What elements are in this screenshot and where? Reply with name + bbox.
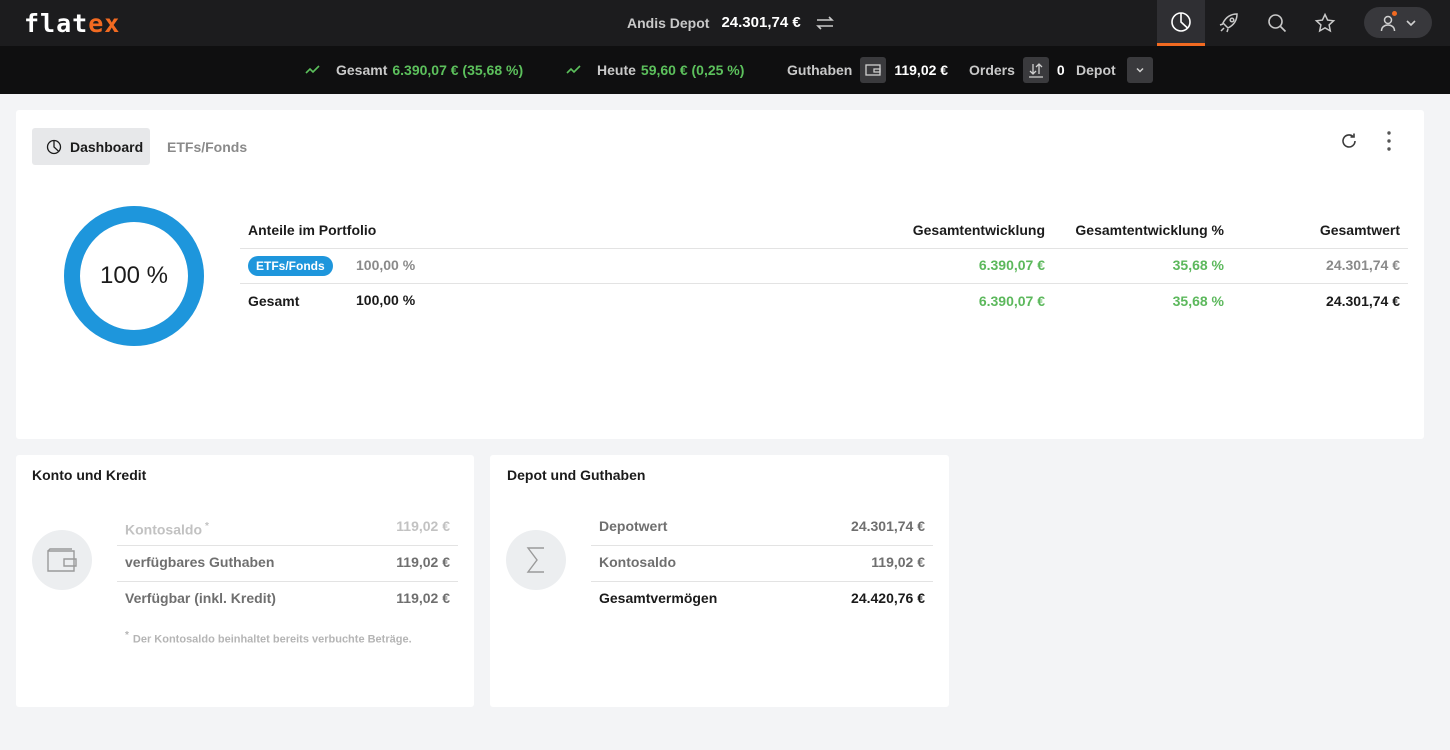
- wallet-icon: [32, 530, 92, 590]
- row-gesamt-name: Gesamt: [248, 293, 300, 309]
- heute-label: Heute: [597, 62, 636, 78]
- stat-guthaben: Guthaben 119,02 €: [787, 46, 948, 94]
- nav-search[interactable]: [1253, 0, 1301, 46]
- verfuegbares-guthaben-label: verfügbares Guthaben: [125, 554, 275, 570]
- verfuegbares-guthaben-value: 119,02 €: [396, 554, 450, 570]
- konto-card-title: Konto und Kredit: [32, 467, 147, 483]
- portfolio-pie-icon: [46, 139, 62, 154]
- col-header-anteile: Anteile im Portfolio: [248, 222, 377, 238]
- user-menu-button[interactable]: [1364, 7, 1432, 38]
- depot-dropdown-button[interactable]: [1126, 57, 1153, 83]
- depot-label: Depot: [1076, 62, 1116, 78]
- rocket-icon: [1219, 13, 1238, 33]
- donut-center-label: 100 %: [99, 262, 169, 289]
- verfuegbar-kredit-value: 119,02 €: [396, 590, 450, 606]
- chevron-down-icon: [1406, 19, 1416, 26]
- nav-favorites[interactable]: [1301, 0, 1349, 46]
- search-icon: [1268, 14, 1287, 33]
- row-etfs-entwicklung-pct: 35,68 %: [1172, 257, 1224, 273]
- sigma-sum-icon: [506, 530, 566, 590]
- star-icon: [1314, 12, 1336, 33]
- row-gesamt-entwicklung: 6.390,07 €: [978, 293, 1045, 309]
- stat-heute: Heute 59,60 € (0,25 %): [566, 46, 744, 94]
- refresh-icon[interactable]: [1339, 131, 1359, 151]
- verfuegbar-kredit-label: Verfügbar (inkl. Kredit): [125, 590, 276, 606]
- tab-dashboard[interactable]: Dashboard: [32, 128, 150, 165]
- list-divider: [591, 581, 933, 582]
- tab-dashboard-label: Dashboard: [70, 138, 144, 155]
- kontosaldo-label: Kontosaldo *: [125, 521, 209, 538]
- notification-dot: [1392, 11, 1397, 16]
- stat-depot: Depot: [1076, 46, 1153, 94]
- depot-name: Andis Depot: [627, 14, 710, 31]
- depotwert-label: Depotwert: [599, 518, 668, 534]
- nav-portfolio[interactable]: [1157, 0, 1205, 46]
- wallet-icon[interactable]: [860, 57, 887, 83]
- kontosaldo-footnote: * Der Kontosaldo beinhaltet bereits verbu…: [125, 630, 412, 646]
- row-gesamt-share: 100,00 %: [356, 292, 416, 308]
- orders-value: 0: [1056, 62, 1065, 78]
- row-etfs-entwicklung: 6.390,07 €: [978, 257, 1045, 273]
- table-divider: [240, 283, 1408, 284]
- trend-up-icon: [566, 65, 581, 74]
- etfs-fonds-badge[interactable]: ETFs/Fonds: [248, 256, 333, 276]
- list-divider: [117, 545, 458, 546]
- depot-selector[interactable]: Andis Depot 24.301,74 €: [627, 14, 835, 31]
- guthaben-label: Guthaben: [787, 62, 853, 78]
- orders-label: Orders: [969, 62, 1015, 78]
- depotwert-value: 24.301,74 €: [851, 518, 925, 534]
- trend-up-icon: [305, 65, 320, 74]
- more-options-icon[interactable]: [1381, 130, 1397, 152]
- gesamtvermoegen-value: 24.420,76 €: [851, 590, 925, 606]
- tab-etfs-label: ETFs/Fonds: [167, 138, 248, 155]
- portfolio-pie-icon: [1171, 11, 1191, 32]
- guthaben-value: 119,02 €: [894, 62, 949, 78]
- gesamt-label: Gesamt: [336, 62, 388, 78]
- row-etfs-wert: 24.301,74 €: [1326, 257, 1400, 273]
- col-header-gesamtwert: Gesamtwert: [1319, 222, 1400, 238]
- depot-card-title: Depot und Guthaben: [507, 467, 646, 483]
- tab-etfs-fonds[interactable]: ETFs/Fonds: [167, 128, 247, 165]
- row-etfs-share: 100,00 %: [356, 257, 416, 273]
- heute-value: 59,60 € (0,25 %): [640, 62, 745, 78]
- col-header-gesamtentwicklung-pct: Gesamtentwicklung %: [1075, 222, 1224, 238]
- stat-orders: Orders 0: [969, 46, 1065, 94]
- nav-rocket[interactable]: [1205, 0, 1253, 46]
- col-header-gesamtentwicklung: Gesamtentwicklung: [912, 222, 1045, 238]
- depot-total-value: 24.301,74 €: [721, 14, 801, 31]
- list-divider: [591, 545, 933, 546]
- row-gesamt-wert: 24.301,74 €: [1326, 293, 1400, 309]
- chevron-down-icon: [1136, 67, 1144, 73]
- kontosaldo-value: 119,02 €: [396, 518, 450, 534]
- gesamtvermoegen-label: Gesamtvermögen: [599, 590, 718, 606]
- swap-arrows-icon[interactable]: [815, 15, 835, 31]
- orders-transfer-icon[interactable]: [1022, 57, 1049, 83]
- stat-gesamt: Gesamt 6.390,07 € (35,68 %): [305, 46, 523, 94]
- list-divider: [117, 581, 458, 582]
- flatex-logo[interactable]: flatex: [24, 9, 120, 38]
- portfolio-status-bar: Gesamt 6.390,07 € (35,68 %) Heute 59,60 …: [0, 46, 1450, 94]
- user-icon: [1380, 15, 1396, 31]
- depot-kontosaldo-value: 119,02 €: [871, 554, 925, 570]
- top-navigation-bar: flatex Andis Depot 24.301,74 €: [0, 0, 1450, 46]
- gesamt-value: 6.390,07 € (35,68 %): [392, 62, 524, 78]
- row-gesamt-entwicklung-pct: 35,68 %: [1172, 293, 1224, 309]
- table-divider: [240, 248, 1408, 249]
- depot-kontosaldo-label: Kontosaldo: [599, 554, 676, 570]
